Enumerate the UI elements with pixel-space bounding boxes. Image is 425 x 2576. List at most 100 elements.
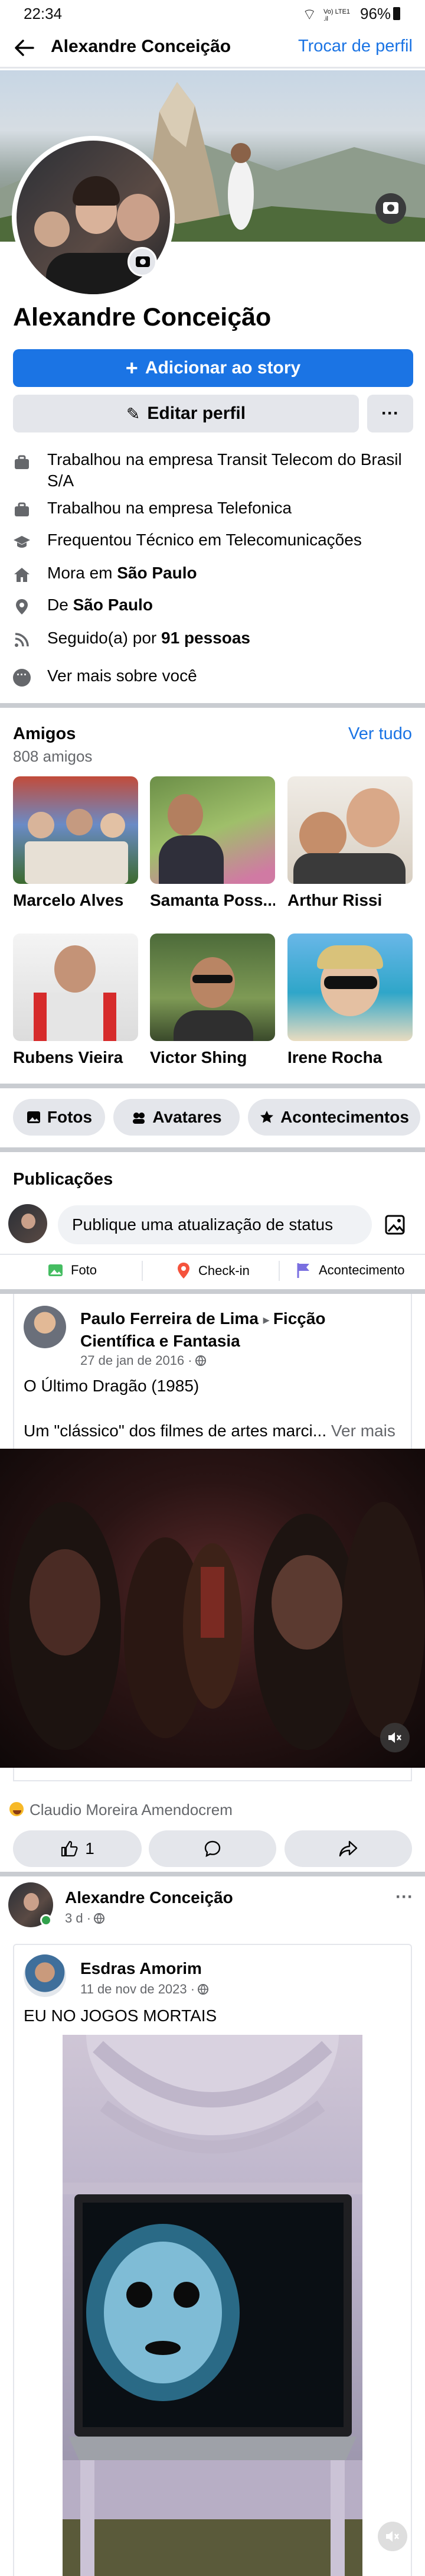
clock: 22:34	[24, 5, 63, 22]
photo-action[interactable]: Foto	[47, 1262, 97, 1279]
shared-post-date[interactable]: 11 de nov de 2023 ·	[80, 1982, 195, 1997]
life-event-action-label: Acontecimento	[319, 1263, 405, 1277]
comment-button[interactable]	[149, 1830, 276, 1867]
shared-post-text: EU NO JOGOS MORTAIS	[24, 2006, 217, 2025]
see-more-about-link[interactable]: Ver mais sobre você	[47, 666, 197, 685]
post-title: O Último Dragão (1985)	[24, 1377, 200, 1395]
friends-title: Amigos	[13, 724, 76, 743]
from-prefix: De	[47, 596, 73, 614]
post-video[interactable]	[0, 1449, 425, 1768]
mute-button[interactable]	[380, 1723, 410, 1752]
friend-photo-marcelo[interactable]	[13, 776, 138, 884]
friend-photo-samanta[interactable]	[150, 776, 275, 884]
speaker-muted-icon	[386, 2531, 399, 2542]
friend-photo-arthur[interactable]	[287, 776, 413, 884]
lives-in-city[interactable]: São Paulo	[117, 564, 197, 582]
top-bar: Alexandre Conceição Trocar de perfil	[0, 27, 425, 69]
photo-gallery-icon[interactable]	[384, 1212, 408, 1237]
battery-icon	[393, 7, 400, 20]
edit-profile-label: Editar perfil	[147, 404, 246, 423]
post-date[interactable]: 27 de jan de 2016 ·	[80, 1353, 192, 1368]
avatar-camera-button[interactable]	[128, 247, 157, 277]
video-frame-laptop	[63, 2035, 362, 2576]
post-header: Paulo Ferreira de Lima ▸ Ficção Científi…	[80, 1308, 387, 1352]
friend-name[interactable]: Arthur Rissi	[287, 891, 413, 910]
back-arrow-icon[interactable]	[14, 39, 34, 57]
post-text: Um "clássico" dos filmes de artes marci.…	[24, 1422, 327, 1440]
haha-reaction-icon	[8, 1801, 25, 1817]
status-composer-input[interactable]: Publique uma atualização de status	[58, 1205, 372, 1244]
followers-count: 91 pessoas	[161, 629, 251, 647]
friends-count: 808 amigos	[13, 747, 93, 765]
globe-icon	[195, 1355, 206, 1366]
post-body: Um "clássico" dos filmes de artes marci.…	[24, 1422, 395, 1440]
checkin-action[interactable]: Check-in	[176, 1262, 250, 1280]
friend-photo-irene[interactable]	[287, 934, 413, 1041]
share-button[interactable]	[285, 1830, 412, 1867]
friend-name[interactable]: Irene Rocha	[287, 1048, 413, 1067]
shared-author-avatar[interactable]	[24, 1954, 66, 1997]
avatar-frame	[12, 136, 175, 299]
profile-name: Alexandre Conceição	[13, 303, 272, 331]
followers-detail[interactable]: Seguido(a) por 91 pessoas	[47, 629, 250, 648]
share-arrow-icon	[339, 1840, 358, 1857]
location-pin-icon	[16, 599, 28, 614]
post-meta: 27 de jan de 2016 ·	[80, 1353, 207, 1368]
divider	[279, 1261, 280, 1281]
status-bar: 22:34 ⌔ Vo) LTE1 .il 96%	[0, 0, 425, 27]
followers-prefix: Seguido(a) por	[47, 629, 162, 647]
edit-profile-button[interactable]: ✎ Editar perfil	[13, 395, 359, 432]
photo-icon	[27, 1111, 40, 1123]
more-options-button[interactable]: ···	[367, 395, 413, 432]
post-author-name[interactable]: Paulo Ferreira de Lima	[80, 1309, 259, 1328]
friend-name[interactable]: Victor Shing	[150, 1048, 275, 1067]
post-options-button[interactable]: ···	[395, 1887, 413, 1907]
section-divider	[0, 703, 425, 708]
location-pin-icon	[178, 1263, 189, 1279]
post-author-avatar[interactable]	[24, 1306, 66, 1348]
header-title: Alexandre Conceição	[51, 37, 231, 56]
switch-profile-link[interactable]: Trocar de perfil	[298, 37, 413, 56]
life-events-chip[interactable]: Acontecimentos	[248, 1099, 420, 1136]
section-divider	[0, 1147, 425, 1152]
see-all-friends-link[interactable]: Ver tudo	[348, 724, 412, 744]
more-dots-icon: ···	[13, 669, 31, 687]
see-more-link[interactable]: Ver mais	[331, 1422, 395, 1440]
life-event-action[interactable]: Acontecimento	[295, 1262, 405, 1279]
friend-photo-rubens[interactable]	[13, 934, 138, 1041]
lives-in-detail: Mora em São Paulo	[47, 564, 197, 583]
add-story-button[interactable]: + Adicionar ao story	[13, 349, 413, 387]
post-author-name[interactable]: Alexandre Conceição	[65, 1888, 233, 1907]
comment-bubble-icon	[204, 1840, 221, 1858]
rss-followers-icon	[15, 633, 29, 647]
globe-icon	[198, 1984, 209, 1995]
photos-chip[interactable]: Fotos	[13, 1099, 105, 1136]
from-city[interactable]: São Paulo	[73, 596, 153, 614]
publications-title: Publicações	[13, 1170, 113, 1189]
friend-name[interactable]: Rubens Vieira	[13, 1048, 138, 1067]
composer-avatar	[8, 1204, 47, 1243]
mute-button[interactable]	[378, 2522, 407, 2551]
section-divider	[0, 1084, 425, 1088]
speaker-muted-icon	[388, 1732, 401, 1743]
like-button[interactable]: 1	[13, 1830, 142, 1867]
online-status-dot	[40, 1914, 52, 1926]
shared-author-name[interactable]: Esdras Amorim	[80, 1959, 202, 1978]
thumbs-up-icon	[61, 1840, 78, 1857]
reactor-name[interactable]: Claudio Moreira Amendocrem	[30, 1801, 233, 1819]
flag-icon	[297, 1263, 309, 1278]
post-author-avatar[interactable]	[8, 1882, 53, 1927]
cover-camera-button[interactable]	[375, 193, 406, 224]
post-time[interactable]: 3 d ·	[65, 1911, 91, 1926]
divider	[142, 1261, 143, 1281]
shared-post-video[interactable]	[63, 2035, 362, 2576]
battery-level: 96%	[360, 5, 391, 22]
friend-photo-victor[interactable]	[150, 934, 275, 1041]
friend-name[interactable]: Samanta Poss...	[150, 891, 275, 910]
friend-name[interactable]: Marcelo Alves	[13, 891, 138, 910]
shared-post-meta: 11 de nov de 2023 ·	[80, 1982, 209, 1997]
video-frame-figures	[9, 1502, 425, 1750]
photo-action-label: Foto	[71, 1263, 97, 1277]
avatars-chip[interactable]: Avatares	[113, 1099, 240, 1136]
pencil-icon: ✎	[126, 404, 140, 423]
